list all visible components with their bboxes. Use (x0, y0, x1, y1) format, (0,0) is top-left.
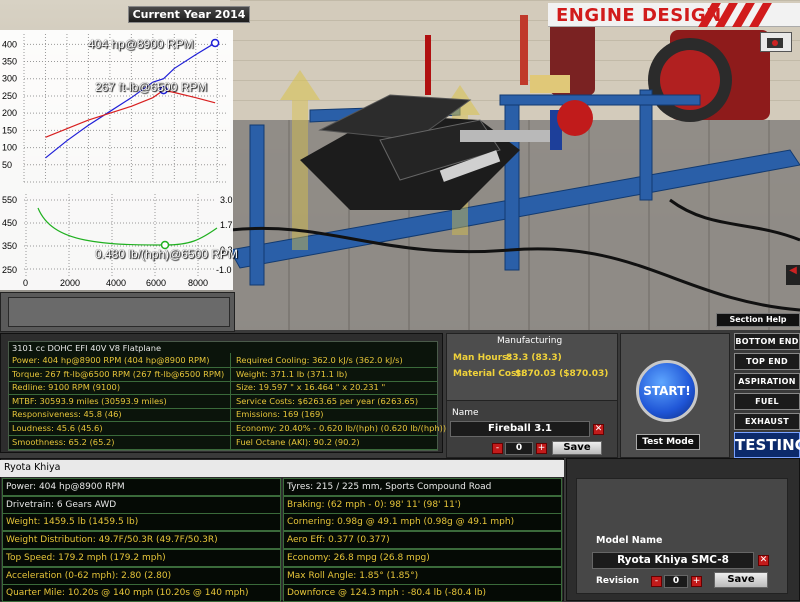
car-stat-left: Power: 404 hp@8900 RPM (2, 478, 281, 496)
camera-icon (767, 38, 783, 48)
car-stat-left: Drivetrain: 6 Gears AWD (2, 495, 281, 514)
econ-x-tick: 0 (23, 278, 28, 288)
model-revision-increment[interactable]: + (691, 576, 702, 587)
car-stat-right: Cornering: 0.98g @ 49.1 mph (0.98g @ 49.… (283, 513, 562, 532)
engine-name-label: Name (452, 408, 479, 418)
econ-x-tick: 4000 (106, 278, 126, 288)
car-stat-left: Weight: 1459.5 lb (1459.5 lb) (2, 513, 281, 532)
model-revision-label: Revision (596, 576, 640, 586)
car-stat-left: Weight Distribution: 49.7F/50.3R (49.7F/… (2, 531, 281, 550)
peak-torque-label: 267 ft-lb@6500 RPM (95, 80, 208, 94)
model-name-label: Model Name (596, 535, 663, 546)
menu-bottom-end[interactable]: BOTTOM END (734, 333, 800, 350)
economy-graph: 550 450 350 250 3.0 1.7 0.3 -1.0 0 2000 … (0, 190, 233, 290)
menu-testing-active[interactable]: TESTING (734, 432, 800, 458)
start-button[interactable]: START! (636, 360, 698, 422)
screen-title: ENGINE DESIGN (556, 5, 722, 26)
power-torque-plot: 400 350 300 250 200 150 100 50 (2, 34, 228, 183)
engine-spec-right: Service Costs: $6263.65 per year (6263.6… (236, 395, 419, 406)
car-stat-right: Tyres: 215 / 225 mm, Sports Compound Roa… (283, 478, 562, 496)
econ-y2-tick: 3.0 (220, 195, 233, 205)
engine-spec-right: Emissions: 169 (169) (236, 409, 324, 420)
engine-spec-right: Weight: 371.1 lb (371.1 lb) (236, 368, 348, 379)
engine-scene-art (230, 15, 800, 312)
menu-fuel-system[interactable]: FUEL SYSTEM (734, 393, 800, 421)
engine-spec-left: MTBF: 30593.9 miles (30593.9 miles) (12, 395, 167, 406)
engine-spec-left: Power: 404 hp@8900 RPM (404 hp@8900 RPM) (12, 355, 210, 365)
engine-spec-left: Smoothness: 65.2 (65.2) (12, 436, 115, 447)
current-year-label: Current Year 2014 (128, 6, 250, 23)
spec-column-divider (230, 353, 231, 450)
menu-aspiration[interactable]: ASPIRATION (734, 373, 800, 390)
car-stat-right: Max Roll Angle: 1.85° (1.85°) (283, 566, 562, 585)
engine-revision-increment[interactable]: + (536, 443, 547, 454)
engine-spec-left: Redline: 9100 RPM (9100) (12, 382, 121, 393)
view-arrow-button[interactable]: ◀ (786, 265, 800, 285)
engine-spec-right: Economy: 20.40% - 0.620 lb/(hph) (0.620 … (236, 423, 447, 433)
economy-label: 0.480 lb/(hph)@6500 RPM (95, 247, 238, 261)
engine-save-button[interactable]: Save (552, 441, 602, 455)
econ-x-tick: 8000 (188, 278, 208, 288)
model-save-button[interactable]: Save (714, 572, 768, 588)
power-curve (45, 42, 216, 159)
engine-spec-left: Torque: 267 ft-lb@6500 RPM (267 ft-lb@65… (12, 368, 225, 379)
power-y-tick: 200 (2, 108, 17, 118)
material-cost-value: $870.03 ($870.03) (515, 369, 609, 379)
car-stat-right: Economy: 26.8 mpg (26.8 mpg) (283, 548, 562, 567)
graph-selector-slot[interactable] (8, 297, 230, 327)
car-name-header: Ryota Khiya (0, 460, 564, 477)
test-mode-button[interactable]: Test Mode (636, 434, 700, 450)
engine-spec-left: Loudness: 45.6 (45.6) (12, 423, 103, 433)
car-stat-right: Braking: (62 mph - 0): 98' 11' (98' 11') (283, 495, 562, 514)
engine-spec-right: Fuel Octane (AKI): 90.2 (90.2) (236, 436, 360, 447)
peak-power-label: 404 hp@8900 RPM (88, 37, 194, 51)
power-y-tick: 350 (2, 57, 17, 67)
economy-curve (37, 207, 218, 246)
econ-x-tick: 2000 (60, 278, 80, 288)
econ-y2-tick: 1.7 (220, 220, 233, 230)
menu-top-end[interactable]: TOP END (734, 353, 800, 370)
spec-row-divider (8, 448, 438, 450)
man-hours-value: 83.3 (83.3) (506, 353, 562, 363)
econ-y2-tick: -1.0 (216, 265, 232, 275)
model-revision-decrement[interactable]: - (651, 576, 662, 587)
man-hours-label: Man Hours: (453, 353, 512, 363)
engine-spec-right: Required Cooling: 362.0 kJ/s (362.0 kJ/s… (236, 355, 403, 365)
economy-plot: 550 450 350 250 3.0 1.7 0.3 -1.0 0 2000 … (2, 194, 233, 288)
engine-revision-input[interactable]: 0 (505, 442, 533, 455)
econ-x-tick: 6000 (146, 278, 166, 288)
car-stat-right: Aero Eff: 0.377 (0.377) (283, 531, 562, 550)
model-revision-input[interactable]: 0 (664, 575, 688, 588)
model-name-input[interactable]: Ryota Khiya SMC-8 (592, 552, 754, 569)
car-stat-right: Downforce @ 124.3 mph : -80.4 lb (-80.4 … (283, 584, 562, 602)
engine-revision-decrement[interactable]: - (492, 443, 503, 454)
model-name-clear-button[interactable]: ✕ (758, 555, 769, 566)
car-stat-left: Top Speed: 179.2 mph (179.2 mph) (2, 548, 281, 567)
power-torque-graph: 400 350 300 250 200 150 100 50 (0, 30, 233, 190)
econ-y-tick: 450 (2, 218, 17, 228)
power-y-tick: 250 (2, 91, 17, 101)
engine-name-clear-button[interactable]: ✕ (593, 424, 604, 435)
camera-toggle-button[interactable] (760, 32, 792, 52)
car-stat-left: Quarter Mile: 10.20s @ 140 mph (10.20s @… (2, 584, 281, 602)
manufacturing-title: Manufacturing (497, 336, 563, 346)
econ-y-tick: 550 (2, 195, 17, 205)
material-cost-label: Material Cost: (453, 369, 525, 379)
econ-y-tick: 250 (2, 265, 17, 275)
power-y-tick: 50 (2, 160, 12, 170)
econ-y-tick: 350 (2, 241, 17, 251)
power-y-tick: 100 (2, 143, 17, 153)
power-peak-marker (210, 38, 220, 48)
car-stat-left: Acceleration (0-62 mph): 2.80 (2.80) (2, 566, 281, 585)
engine-spec-left: Responsiveness: 45.8 (46) (12, 409, 122, 420)
engine-spec-right: Size: 19.597 " x 16.464 " x 20.231 " (236, 382, 386, 393)
engine-name-input[interactable]: Fireball 3.1 (450, 421, 590, 437)
power-y-tick: 400 (2, 39, 17, 49)
power-y-tick: 300 (2, 74, 17, 84)
menu-exhaust[interactable]: EXHAUST (734, 413, 800, 430)
section-help-button[interactable]: Section Help (716, 313, 800, 327)
engine-config: 3101 cc DOHC EFI 40V V8 Flatplane (12, 343, 162, 353)
power-y-tick: 150 (2, 125, 17, 135)
